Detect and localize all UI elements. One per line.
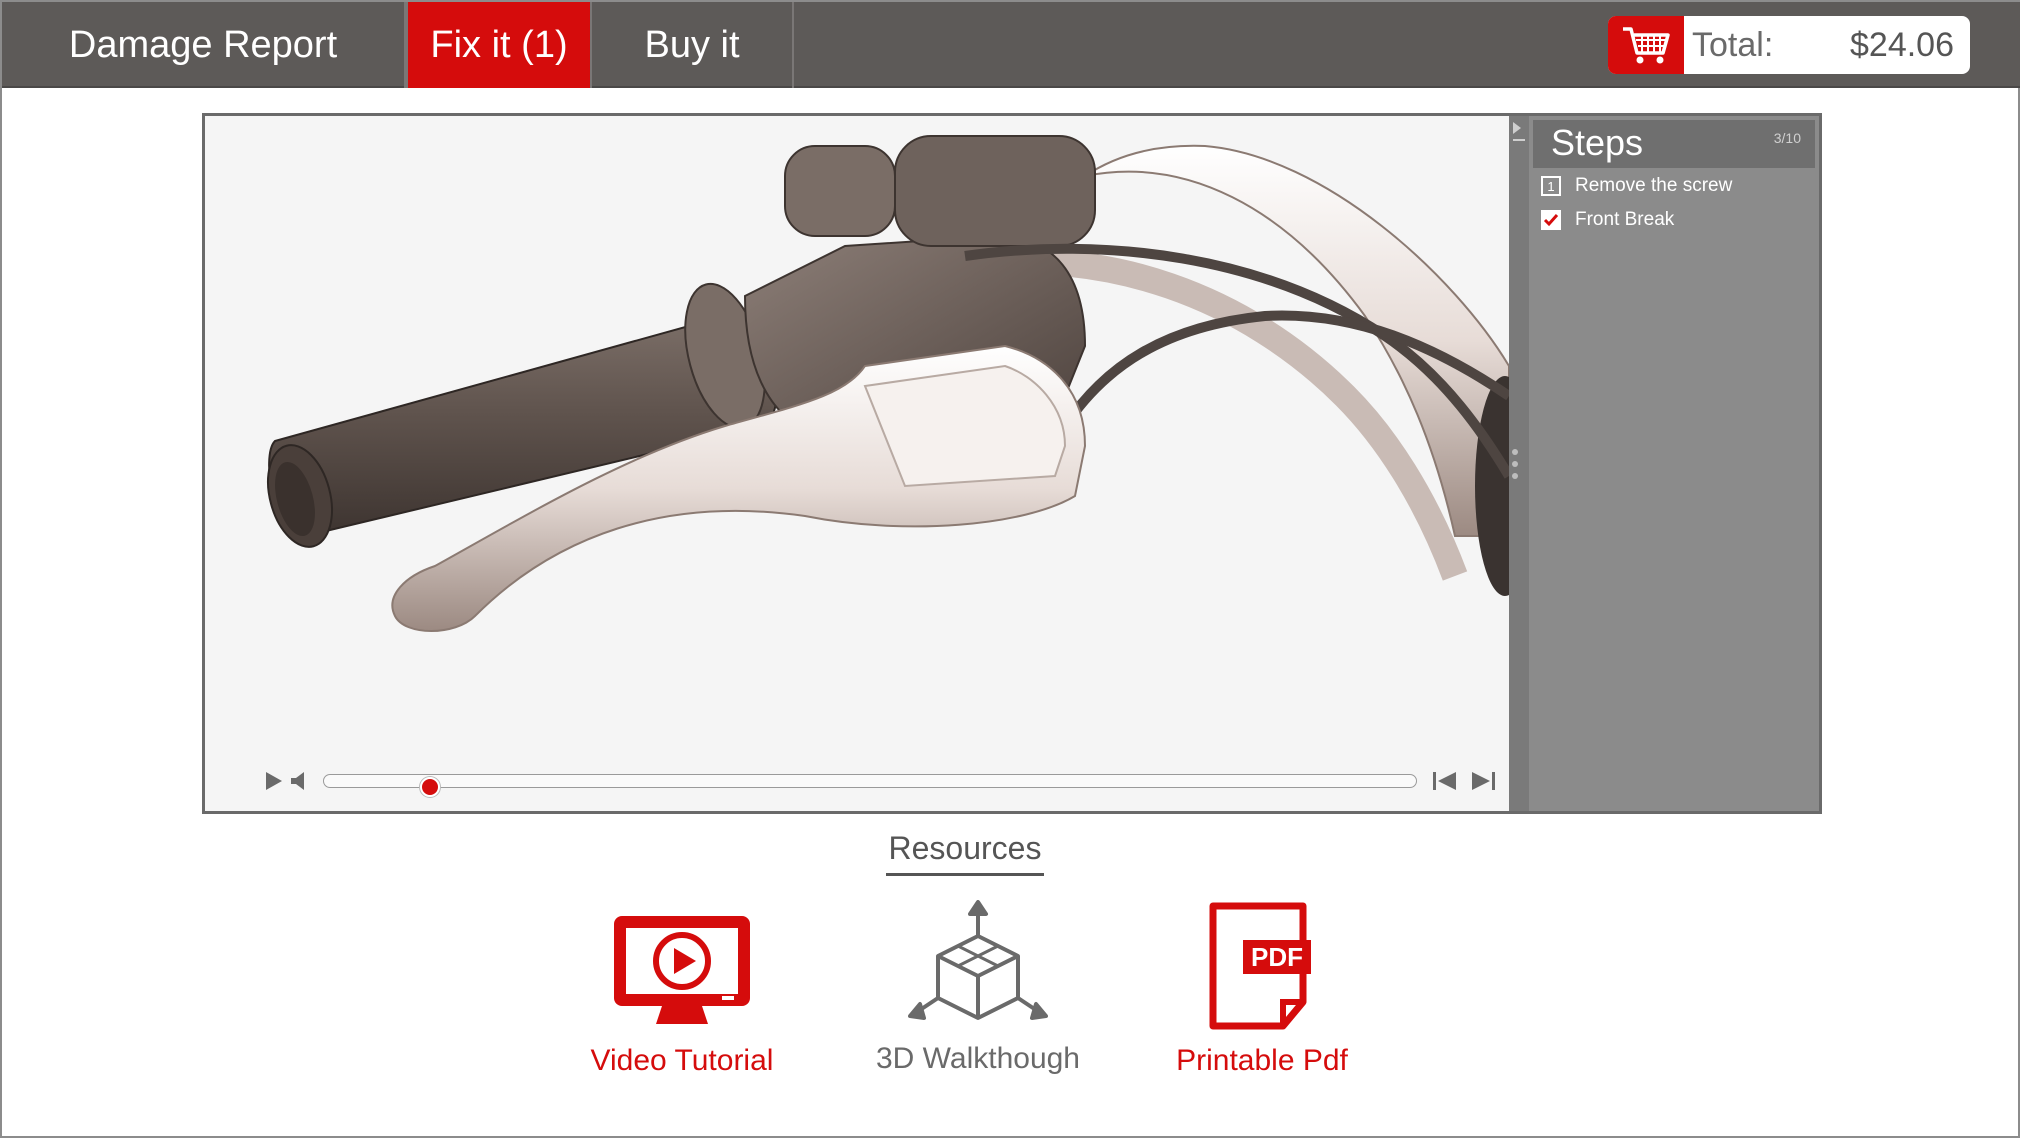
cart-total-label: Total: <box>1692 26 1774 64</box>
printable-pdf-link[interactable]: PDF Printable Pdf <box>1152 902 1372 1078</box>
3d-cube-icon <box>908 900 1048 1020</box>
play-icon[interactable] <box>261 766 287 796</box>
checkbox-checked-icon[interactable] <box>1541 210 1561 230</box>
step-label: Remove the screw <box>1575 175 1733 196</box>
skip-back-icon[interactable] <box>1431 766 1459 796</box>
resource-label: Printable Pdf <box>1176 1044 1348 1077</box>
step-number-icon: 1 <box>1541 176 1561 196</box>
step-item-front-break[interactable]: Front Break <box>1541 206 1674 234</box>
video-tutorial-icon <box>614 916 750 1024</box>
step-item-remove-screw[interactable]: 1 Remove the screw <box>1541 172 1732 200</box>
tab-label: Fix it (1) <box>430 23 568 66</box>
steps-panel: Steps 3/10 1 Remove the screw Front Brea… <box>1529 116 1819 811</box>
video-progress-thumb[interactable] <box>420 777 440 797</box>
steps-header: Steps 3/10 <box>1533 120 1815 168</box>
resource-label: 3D Walkthough <box>876 1042 1080 1075</box>
skip-forward-icon[interactable] <box>1469 766 1497 796</box>
pdf-icon: PDF <box>1209 902 1311 1030</box>
cart-total-value: $24.06 <box>1850 26 1954 64</box>
video-tutorial-link[interactable]: Video Tutorial <box>582 912 782 1078</box>
resource-label: Video Tutorial <box>590 1044 774 1077</box>
top-nav-bar: Damage Report Fix it (1) Buy it Total: $… <box>2 2 2020 88</box>
bike-brake-3d-render[interactable] <box>205 116 1535 811</box>
3d-walkthrough-link[interactable]: 3D Walkthough <box>868 900 1088 1076</box>
tab-fix-it[interactable]: Fix it (1) <box>406 2 592 88</box>
cart-total-widget[interactable]: Total: $24.06 <box>1608 16 1970 74</box>
volume-icon[interactable] <box>289 766 309 796</box>
steps-title: Steps <box>1551 122 1644 163</box>
tab-buy-it[interactable]: Buy it <box>592 2 794 88</box>
tab-label: Buy it <box>644 23 740 66</box>
video-progress-track[interactable] <box>323 774 1417 797</box>
svg-text:PDF: PDF <box>1251 942 1303 972</box>
step-label: Front Break <box>1575 209 1675 230</box>
tab-damage-report[interactable]: Damage Report <box>2 2 406 88</box>
video-controls <box>266 766 1505 797</box>
resources-heading: Resources <box>886 830 1044 876</box>
tab-label: Damage Report <box>68 23 338 66</box>
tutorial-viewer: Steps 3/10 1 Remove the screw Front Brea… <box>202 113 1822 814</box>
shopping-cart-icon[interactable] <box>1608 16 1684 74</box>
steps-count: 3/10 <box>1773 130 1801 146</box>
app-frame: Damage Report Fix it (1) Buy it Total: $… <box>0 0 2020 1138</box>
panel-splitter[interactable] <box>1509 116 1529 811</box>
